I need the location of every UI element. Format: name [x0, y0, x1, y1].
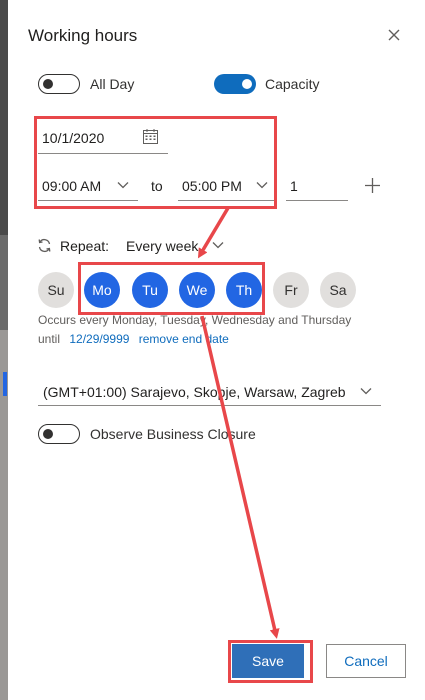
close-icon[interactable] — [383, 24, 405, 46]
all-day-label: All Day — [90, 76, 135, 92]
capacity-underline — [286, 200, 348, 201]
timezone-dropdown[interactable]: (GMT+01:00) Sarajevo, Skopje, Warsaw, Za… — [43, 384, 346, 400]
plus-icon[interactable] — [364, 177, 381, 194]
end-date-link[interactable]: 12/29/9999 — [69, 332, 129, 346]
repeat-icon — [38, 238, 51, 253]
cancel-button[interactable]: Cancel — [326, 644, 406, 678]
capacity-toggle[interactable] — [214, 74, 256, 94]
capacity-label: Capacity — [265, 76, 320, 92]
remove-end-date-link[interactable]: remove end date — [139, 332, 229, 346]
highlight-box-date-time — [34, 116, 277, 209]
timezone-chevron-down-icon[interactable] — [360, 387, 372, 395]
day-button-su[interactable]: Su — [38, 272, 74, 308]
capacity-value-field[interactable]: 1 — [290, 178, 298, 194]
until-label: until — [38, 332, 61, 346]
highlight-box-save — [228, 640, 313, 683]
repeat-label: Repeat: — [60, 238, 110, 254]
occurs-summary: Occurs every Monday, Tuesday, Wednesday … — [38, 313, 352, 327]
timezone-underline — [38, 405, 381, 406]
all-day-toggle[interactable] — [38, 74, 80, 94]
business-closure-toggle[interactable] — [38, 424, 80, 444]
day-button-fr[interactable]: Fr — [273, 272, 309, 308]
background-app-strip — [0, 0, 8, 700]
repeat-dropdown[interactable]: Every week — [126, 238, 198, 254]
day-button-sa[interactable]: Sa — [320, 272, 356, 308]
background-nav-indicator — [3, 372, 7, 396]
business-closure-label: Observe Business Closure — [90, 426, 256, 442]
repeat-chevron-down-icon[interactable] — [212, 241, 224, 249]
highlight-box-days — [78, 262, 265, 315]
until-line: until 12/29/9999 remove end date — [38, 332, 229, 346]
working-hours-panel: Working hours All Day Capacity 10/1/2020… — [8, 0, 425, 700]
dialog-title: Working hours — [28, 26, 138, 45]
